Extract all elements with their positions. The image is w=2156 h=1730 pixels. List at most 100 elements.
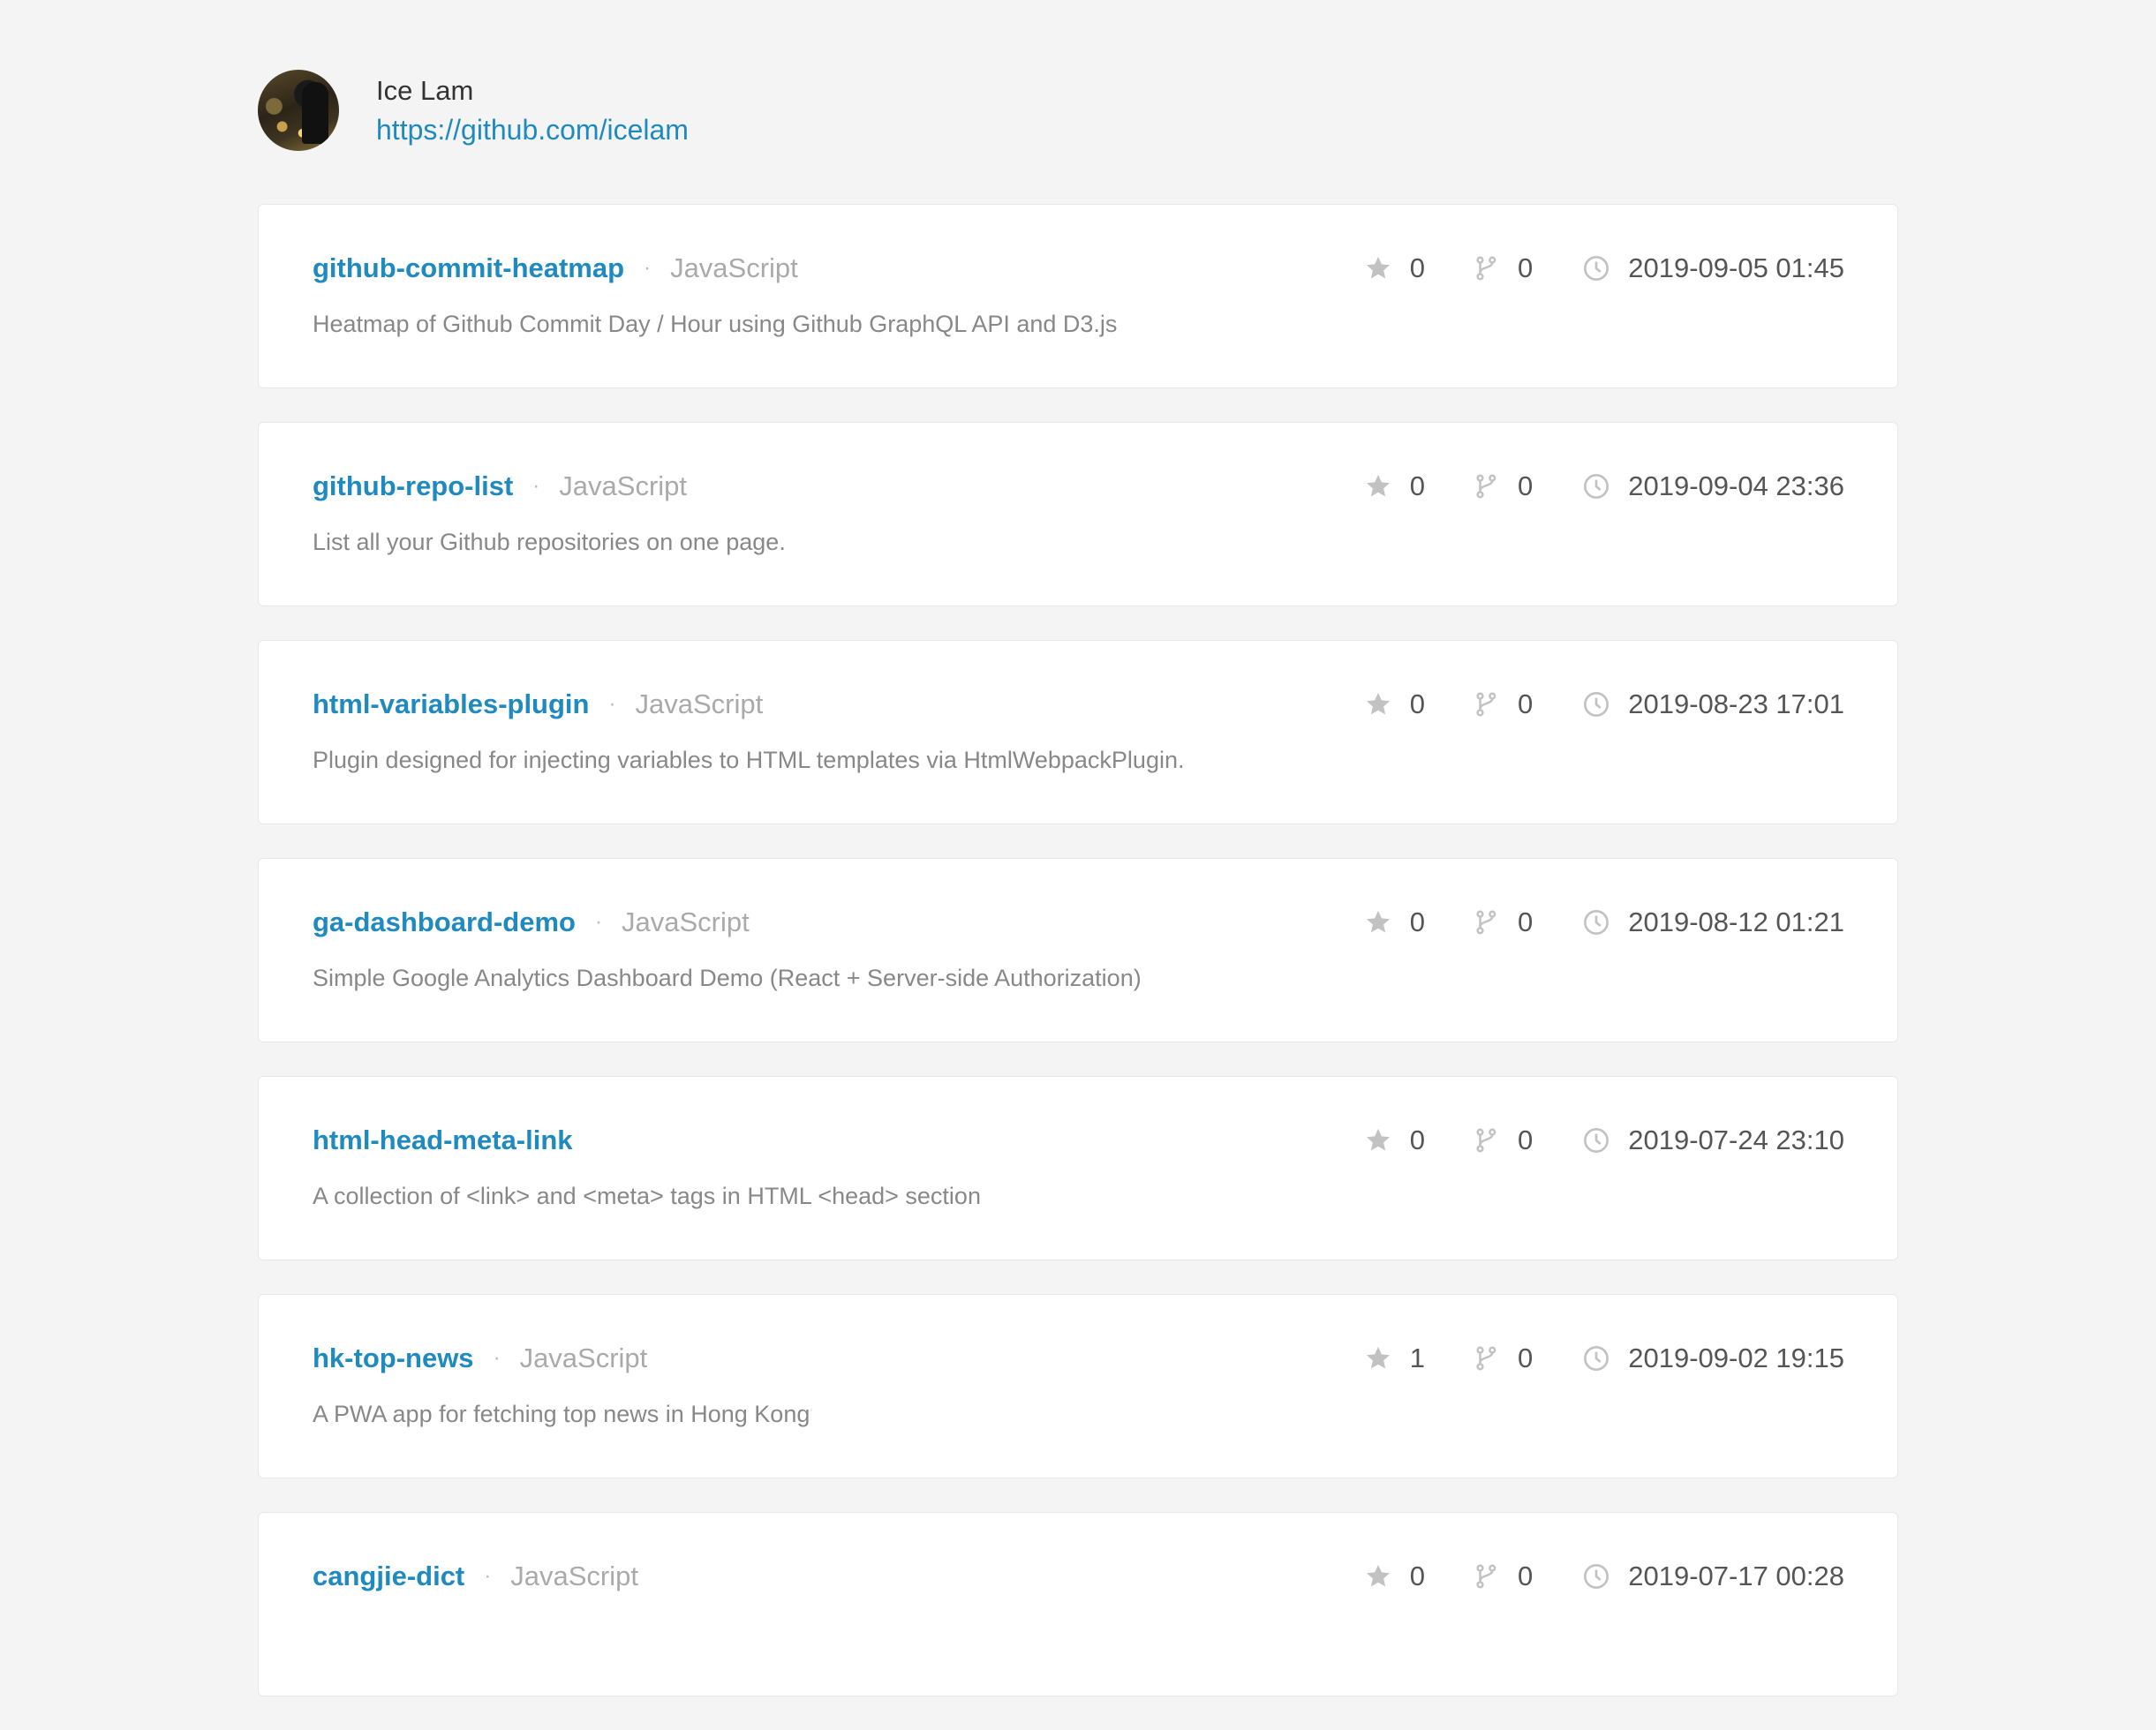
stars-count: 0: [1409, 1561, 1425, 1591]
separator-dot: ·: [594, 910, 602, 934]
repo-language: JavaScript: [635, 688, 764, 719]
repo-name-link[interactable]: github-commit-heatmap: [313, 252, 624, 284]
forks-stat: 0: [1474, 1343, 1533, 1374]
profile-url-link[interactable]: https://github.com/icelam: [376, 114, 689, 147]
star-icon: [1364, 472, 1392, 500]
clock-icon: [1582, 1562, 1610, 1591]
forks-stat: 0: [1474, 1561, 1533, 1592]
repo-stats: 0 0 2019-08-12 01:21: [1364, 905, 1844, 940]
clock-icon: [1582, 690, 1610, 718]
star-icon: [1364, 1562, 1392, 1591]
stars-count: 0: [1409, 252, 1425, 283]
repo-language: JavaScript: [510, 1561, 638, 1591]
forks-count: 0: [1517, 470, 1534, 501]
forks-stat: 0: [1474, 470, 1533, 502]
repo-name-link[interactable]: html-variables-plugin: [313, 688, 589, 720]
repo-header: ga-dashboard-demo · JavaScript: [313, 905, 750, 940]
forks-count: 0: [1517, 688, 1534, 719]
updated-stat: 2019-08-23 17:01: [1582, 688, 1844, 720]
repo-stats: 0 0 2019-09-05 01:45: [1364, 251, 1844, 286]
stars-stat: 0: [1364, 1561, 1425, 1592]
stars-stat: 0: [1364, 252, 1425, 284]
separator-dot: ·: [608, 692, 616, 716]
repo-description: Simple Google Analytics Dashboard Demo (…: [313, 965, 1142, 991]
avatar[interactable]: [258, 70, 339, 151]
updated-date: 2019-07-17 00:28: [1628, 1561, 1844, 1591]
updated-date: 2019-07-24 23:10: [1628, 1124, 1844, 1155]
stars-count: 0: [1409, 688, 1425, 719]
repo-card: ga-dashboard-demo · JavaScript Simple Go…: [258, 858, 1898, 1042]
repo-name-link[interactable]: cangjie-dict: [313, 1561, 464, 1592]
stars-count: 0: [1409, 1124, 1425, 1155]
updated-stat: 2019-09-02 19:15: [1582, 1343, 1844, 1374]
repo-card: html-variables-plugin · JavaScript Plugi…: [258, 640, 1898, 824]
forks-count: 0: [1517, 1124, 1534, 1155]
repo-stats: 0 0 2019-09-04 23:36: [1364, 469, 1844, 504]
repo-stats: 1 0 2019-09-02 19:15: [1364, 1341, 1844, 1376]
stars-stat: 0: [1364, 688, 1425, 720]
clock-icon: [1582, 1126, 1610, 1155]
updated-stat: 2019-09-05 01:45: [1582, 252, 1844, 284]
forks-stat: 0: [1474, 1124, 1533, 1156]
repo-header: html-head-meta-link: [313, 1123, 573, 1158]
repo-header: hk-top-news · JavaScript: [313, 1341, 647, 1376]
profile-name: Ice Lam: [376, 75, 474, 106]
clock-icon: [1582, 908, 1610, 936]
repo-name-link[interactable]: html-head-meta-link: [313, 1124, 573, 1156]
stars-count: 0: [1409, 470, 1425, 501]
stars-stat: 0: [1364, 906, 1425, 938]
fork-icon: [1474, 1126, 1500, 1155]
fork-icon: [1474, 254, 1500, 282]
repo-header: github-repo-list · JavaScript: [313, 469, 687, 504]
forks-count: 0: [1517, 1561, 1534, 1591]
updated-date: 2019-09-05 01:45: [1628, 252, 1844, 283]
separator-dot: ·: [644, 256, 652, 280]
fork-icon: [1474, 908, 1500, 936]
updated-date: 2019-08-23 17:01: [1628, 688, 1844, 719]
profile-header: Ice Lam https://github.com/icelam: [258, 70, 1898, 153]
separator-dot: ·: [493, 1346, 501, 1370]
repo-name-link[interactable]: ga-dashboard-demo: [313, 906, 576, 938]
repo-header: github-commit-heatmap · JavaScript: [313, 251, 798, 286]
forks-count: 0: [1517, 906, 1534, 937]
forks-stat: 0: [1474, 688, 1533, 720]
repo-card: github-commit-heatmap · JavaScript Heatm…: [258, 204, 1898, 388]
repo-card: html-head-meta-link A collection of <lin…: [258, 1076, 1898, 1260]
repo-description: Heatmap of Github Commit Day / Hour usin…: [313, 311, 1118, 337]
repo-stats: 0 0 2019-07-17 00:28: [1364, 1559, 1844, 1594]
forks-count: 0: [1517, 252, 1534, 283]
repo-language: JavaScript: [519, 1343, 648, 1373]
repo-stats: 0 0 2019-07-24 23:10: [1364, 1123, 1844, 1158]
repo-description: A collection of <link> and <meta> tags i…: [313, 1183, 981, 1209]
forks-stat: 0: [1474, 252, 1533, 284]
forks-count: 0: [1517, 1343, 1534, 1373]
stars-stat: 0: [1364, 470, 1425, 502]
repo-name-link[interactable]: github-repo-list: [313, 470, 513, 502]
updated-stat: 2019-07-24 23:10: [1582, 1124, 1844, 1156]
clock-icon: [1582, 254, 1610, 282]
updated-stat: 2019-08-12 01:21: [1582, 906, 1844, 938]
updated-date: 2019-08-12 01:21: [1628, 906, 1844, 937]
star-icon: [1364, 690, 1392, 718]
avatar-figure: [302, 82, 328, 144]
repo-name-link[interactable]: hk-top-news: [313, 1343, 474, 1374]
repo-header: html-variables-plugin · JavaScript: [313, 687, 763, 722]
repo-card: cangjie-dict · JavaScript 0 0 2019-07-17…: [258, 1512, 1898, 1696]
updated-date: 2019-09-04 23:36: [1628, 470, 1844, 501]
separator-dot: ·: [532, 474, 540, 498]
repo-card: hk-top-news · JavaScript A PWA app for f…: [258, 1294, 1898, 1478]
clock-icon: [1582, 1344, 1610, 1373]
fork-icon: [1474, 1344, 1500, 1373]
updated-stat: 2019-07-17 00:28: [1582, 1561, 1844, 1592]
fork-icon: [1474, 472, 1500, 500]
star-icon: [1364, 1126, 1392, 1155]
repo-language: JavaScript: [670, 252, 798, 283]
forks-stat: 0: [1474, 906, 1533, 938]
repo-language: JavaScript: [621, 906, 750, 937]
repo-stats: 0 0 2019-08-23 17:01: [1364, 687, 1844, 722]
repo-description: A PWA app for fetching top news in Hong …: [313, 1401, 810, 1427]
clock-icon: [1582, 472, 1610, 500]
stars-stat: 1: [1364, 1343, 1425, 1374]
stars-count: 0: [1409, 906, 1425, 937]
separator-dot: ·: [484, 1564, 492, 1588]
